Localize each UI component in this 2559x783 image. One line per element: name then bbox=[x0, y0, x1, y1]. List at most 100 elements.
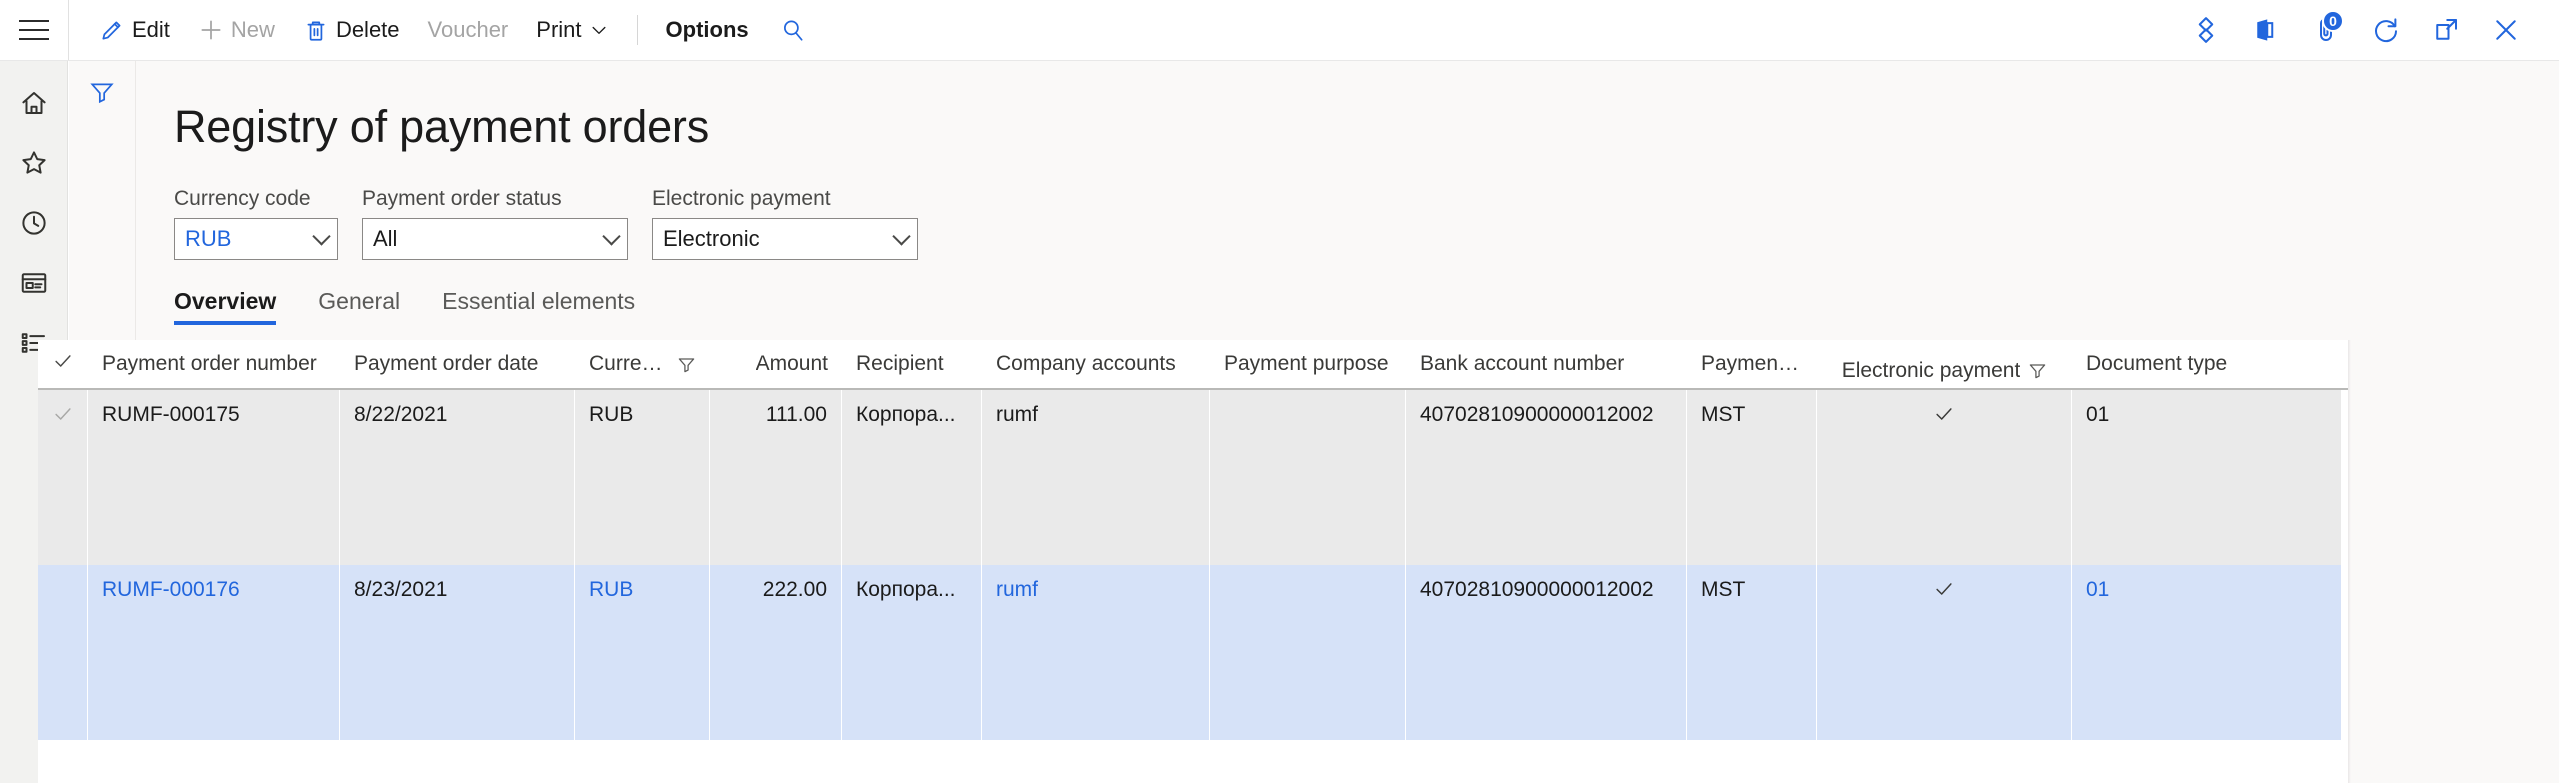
grid-right-edge bbox=[2348, 340, 2351, 783]
dynamics-logo-icon[interactable] bbox=[2177, 1, 2235, 59]
options-button[interactable]: Options bbox=[652, 9, 763, 51]
filter-select-currency-code[interactable]: RUB bbox=[174, 218, 338, 260]
refresh-icon[interactable] bbox=[2357, 1, 2415, 59]
chevron-down-icon bbox=[892, 227, 911, 246]
cell-text: rumf bbox=[996, 578, 1038, 601]
cell-date: 8/23/2021 bbox=[340, 565, 575, 740]
delete-button[interactable]: Delete bbox=[289, 9, 414, 51]
column-header-label: Payment order number bbox=[102, 352, 317, 375]
column-header-rec[interactable]: Recipient bbox=[842, 340, 982, 388]
trash-icon bbox=[303, 17, 329, 43]
column-header-purp[interactable]: Payment purpose bbox=[1210, 340, 1406, 388]
page-title: Registry of payment orders bbox=[174, 101, 710, 152]
row-checkbox[interactable] bbox=[38, 390, 88, 565]
filter-label: Currency code bbox=[174, 187, 311, 210]
cell-bank: 40702810900000012002 bbox=[1406, 565, 1687, 740]
cell-doc[interactable]: 01 bbox=[2072, 565, 2342, 740]
cell-text: 111.00 bbox=[765, 403, 827, 426]
cell-text: 40702810900000012002 bbox=[1420, 578, 1654, 601]
cell-cur: RUB bbox=[575, 390, 710, 565]
print-label: Print bbox=[536, 17, 582, 42]
column-header-comp[interactable]: Company accounts bbox=[982, 340, 1210, 388]
cell-type: MST bbox=[1687, 565, 1817, 740]
navrail-item-home[interactable] bbox=[0, 75, 68, 135]
delete-label: Delete bbox=[335, 17, 400, 42]
cell-comp[interactable]: rumf bbox=[982, 565, 1210, 740]
cell-text: RUB bbox=[589, 578, 634, 601]
cell-text: RUMF-000175 bbox=[102, 403, 240, 426]
cell-num[interactable]: RUMF-000176 bbox=[88, 565, 340, 740]
column-header-label: Company accounts bbox=[996, 352, 1176, 375]
cell-cur[interactable]: RUB bbox=[575, 565, 710, 740]
cell-text: RUMF-000176 bbox=[102, 578, 240, 601]
column-header-bank[interactable]: Bank account number bbox=[1406, 340, 1687, 388]
filter-pane-icon[interactable] bbox=[69, 61, 135, 119]
checkmark-icon bbox=[1933, 578, 1955, 606]
cell-amt: 222.00 bbox=[710, 565, 842, 740]
search-icon[interactable] bbox=[771, 9, 815, 51]
cell-bank: 40702810900000012002 bbox=[1406, 390, 1687, 565]
attachment-count-badge: 0 bbox=[2322, 10, 2344, 32]
filter-value: RUB bbox=[185, 226, 232, 251]
options-label: Options bbox=[665, 17, 749, 42]
tab-overview[interactable]: Overview bbox=[174, 288, 277, 325]
tab-essential-elements[interactable]: Essential elements bbox=[442, 288, 635, 325]
column-header-label: Bank account number bbox=[1420, 352, 1625, 375]
column-header-num[interactable]: Payment order number bbox=[88, 340, 340, 388]
column-header-doc[interactable]: Document type bbox=[2072, 340, 2342, 388]
checkmark-icon bbox=[1933, 403, 1955, 431]
table-row[interactable]: RUMF-000175 8/22/2021 RUB 111.00 Корпора... r… bbox=[38, 390, 2348, 565]
filter-select-payment-order-status[interactable]: All bbox=[362, 218, 628, 260]
column-filter-icon[interactable] bbox=[677, 355, 696, 374]
checkmark-icon bbox=[52, 350, 74, 378]
navrail-item-favorites[interactable] bbox=[0, 135, 68, 195]
chevron-down-icon bbox=[312, 227, 331, 246]
favorites-icon bbox=[19, 148, 49, 183]
filter-select-electronic-payment[interactable]: Electronic bbox=[652, 218, 918, 260]
cell-rec: Корпора... bbox=[842, 390, 982, 565]
cell-text: 40702810900000012002 bbox=[1420, 403, 1654, 426]
payment-orders-grid[interactable]: Payment order number Payment order date Cu… bbox=[38, 340, 2348, 783]
print-button[interactable]: Print bbox=[522, 9, 622, 51]
filter-group-electronic-payment: Electronic payment Electronic bbox=[652, 187, 918, 260]
cell-text: 8/23/2021 bbox=[354, 578, 448, 601]
table-row[interactable]: RUMF-000176 8/23/2021 RUB 222.00 Корпора... r… bbox=[38, 565, 2348, 740]
cell-elec bbox=[1817, 390, 2072, 565]
column-header-elec[interactable]: Electronic payment bbox=[1817, 340, 2072, 388]
column-header-label: Payment order type bbox=[1701, 352, 1803, 375]
column-filter-icon[interactable] bbox=[2028, 361, 2047, 380]
command-bar-right-icons: 0 bbox=[2177, 0, 2559, 60]
column-header-date[interactable]: Payment order date bbox=[340, 340, 575, 388]
edit-button[interactable]: Edit bbox=[85, 9, 184, 51]
navrail-item-recent[interactable] bbox=[0, 195, 68, 255]
cell-elec bbox=[1817, 565, 2072, 740]
column-header-amt[interactable]: Amount bbox=[710, 340, 842, 388]
cell-rec: Корпора... bbox=[842, 565, 982, 740]
new-button: New bbox=[184, 9, 289, 51]
open-in-new-icon[interactable] bbox=[2417, 1, 2475, 59]
recent-icon bbox=[19, 208, 49, 243]
cell-purp bbox=[1210, 565, 1406, 740]
tab-general[interactable]: General bbox=[318, 288, 400, 325]
attachment-icon[interactable]: 0 bbox=[2297, 1, 2355, 59]
filter-label: Electronic payment bbox=[652, 187, 831, 210]
grid-header-row: Payment order number Payment order date Cu… bbox=[38, 340, 2348, 390]
filter-value: Electronic bbox=[663, 226, 760, 251]
cell-text: RUB bbox=[589, 403, 634, 426]
navrail-item-workspaces[interactable] bbox=[0, 255, 68, 315]
office-apps-icon[interactable] bbox=[2237, 1, 2295, 59]
voucher-button: Voucher bbox=[414, 9, 523, 51]
column-header-type[interactable]: Payment order type bbox=[1687, 340, 1817, 388]
column-header-label: Amount bbox=[755, 352, 828, 375]
command-bar: Edit New Delete Voucher Print Options 0 bbox=[0, 0, 2559, 61]
column-header-label: Electronic payment bbox=[1841, 358, 2021, 382]
cell-num: RUMF-000175 bbox=[88, 390, 340, 565]
close-icon[interactable] bbox=[2477, 1, 2535, 59]
select-all-checkbox[interactable] bbox=[38, 340, 88, 388]
column-header-label: Payment purpose bbox=[1224, 352, 1389, 375]
checkmark-icon bbox=[52, 403, 74, 431]
hamburger-icon[interactable] bbox=[0, 0, 68, 60]
row-checkbox[interactable] bbox=[38, 565, 88, 740]
column-header-cur[interactable]: Currency bbox=[575, 340, 710, 388]
cell-date: 8/22/2021 bbox=[340, 390, 575, 565]
